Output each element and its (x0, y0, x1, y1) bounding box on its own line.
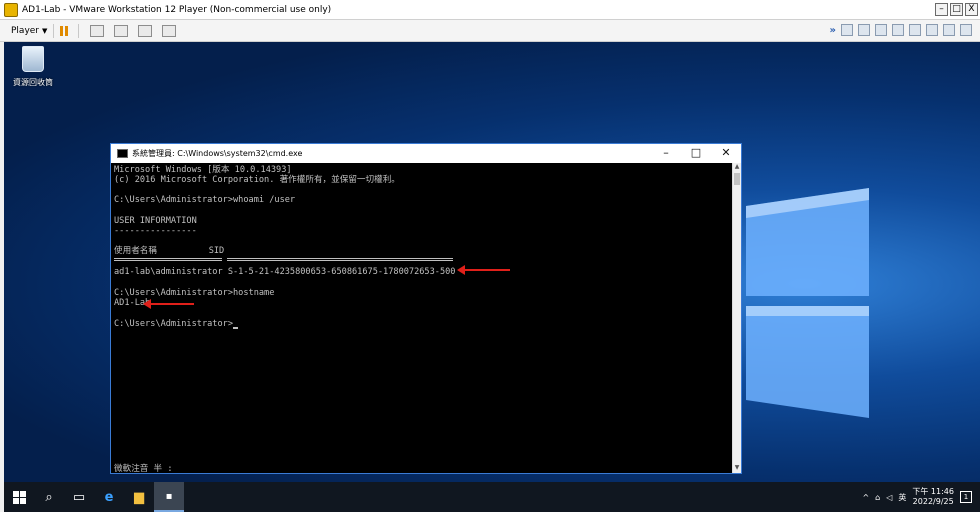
windows-logo-wallpaper (746, 188, 869, 418)
column-underline-sid (227, 258, 453, 261)
unity-icon[interactable] (162, 24, 177, 37)
network-adapter-icon[interactable] (875, 24, 887, 36)
action-center-icon[interactable]: 1 (960, 491, 972, 503)
console-line: (c) 2016 Microsoft Corporation. 著作權所有，並保… (114, 175, 400, 185)
windows-start-icon (12, 490, 26, 504)
cd-dvd-icon[interactable] (858, 24, 870, 36)
network-icon[interactable]: ⌂ (875, 493, 880, 502)
cmd-minimize-button[interactable]: – (651, 144, 681, 163)
guest-desktop: 資源回收筒 系統管理員: C:\Windows\system32\cmd.exe… (4, 42, 980, 482)
chevron-down-icon: ▼ (42, 26, 48, 35)
display-icon[interactable] (943, 24, 955, 36)
notification-count: 1 (963, 493, 969, 501)
restore-button[interactable]: □ (950, 3, 963, 16)
vertical-scrollbar[interactable]: ▲ ▼ (732, 163, 741, 473)
task-view-icon[interactable]: ▭ (64, 482, 94, 512)
recycle-bin-label: 資源回收筒 (13, 78, 53, 87)
clock-date: 2022/9/25 (912, 497, 954, 506)
console-line: C:\Users\Administrator>hostname (114, 288, 275, 298)
usb-device-icon[interactable] (892, 24, 904, 36)
console-line: USER INFORMATION (114, 216, 197, 226)
taskbar: ⌕ ▭ e ▆ ▪ ^ ⌂ ◁ 英 下午 11:46 2022/9/25 1 (4, 482, 980, 512)
device-icons: » (830, 24, 972, 36)
host-window-title: AD1-Lab - VMware Workstation 12 Player (… (22, 4, 332, 15)
cmd-window-title: 系統管理員: C:\Windows\system32\cmd.exe (132, 149, 303, 158)
column-underline-user (114, 258, 222, 261)
annotation-arrow-sid (457, 265, 510, 275)
host-title-bar: AD1-Lab - VMware Workstation 12 Player (… (0, 0, 980, 20)
cmd-close-button[interactable]: ✕ (711, 144, 741, 163)
fit-guest-icon[interactable] (114, 24, 129, 37)
volume-icon[interactable]: ◁ (886, 493, 892, 502)
message-log-icon[interactable] (960, 24, 972, 36)
prompt-text: C:\Users\Administrator> (114, 319, 233, 329)
cmd-window[interactable]: 系統管理員: C:\Windows\system32\cmd.exe – □ ✕… (110, 143, 742, 474)
toolbar-divider (78, 23, 80, 38)
host-toolbar: Player ▼ » (0, 20, 980, 42)
recycle-bin[interactable]: 資源回收筒 (8, 46, 58, 88)
recycle-bin-icon (22, 46, 44, 72)
text-cursor (233, 327, 238, 329)
scroll-thumb[interactable] (734, 173, 740, 185)
host-window-controls: – □ X (935, 3, 978, 16)
close-button[interactable]: X (965, 3, 978, 16)
expand-devices-icon[interactable]: » (830, 25, 836, 36)
show-hidden-icons-icon[interactable]: ^ (862, 493, 869, 502)
file-explorer-icon[interactable]: ▆ (124, 482, 154, 512)
system-tray: ^ ⌂ ◁ 英 下午 11:46 2022/9/25 1 (862, 482, 972, 512)
clock[interactable]: 下午 11:46 2022/9/25 (912, 487, 954, 507)
vmware-app-icon (4, 2, 18, 17)
vmware-player-window: AD1-Lab - VMware Workstation 12 Player (… (0, 0, 980, 512)
fullscreen-icon[interactable] (138, 24, 153, 37)
cmd-maximize-button[interactable]: □ (681, 144, 711, 163)
player-menu-label: Player (11, 25, 40, 36)
cmd-title-bar[interactable]: 系統管理員: C:\Windows\system32\cmd.exe – □ ✕ (111, 144, 741, 163)
console-line: ad1-lab\administrator S-1-5-21-423580065… (114, 267, 456, 277)
console-output[interactable]: Microsoft Windows [版本 10.0.14393] (c) 20… (111, 163, 732, 474)
annotation-arrow-hostname (143, 299, 194, 309)
send-ctrl-alt-del-icon[interactable] (90, 24, 105, 37)
console-line: Microsoft Windows [版本 10.0.14393] (114, 165, 292, 175)
minimize-button[interactable]: – (935, 3, 948, 16)
search-icon[interactable]: ⌕ (34, 482, 64, 512)
toolbar-divider (53, 23, 55, 38)
input-language[interactable]: 英 (898, 492, 906, 503)
console-prompt: C:\Users\Administrator> (114, 319, 238, 329)
console-line: 使用者名稱 SID (114, 246, 225, 256)
console-line: C:\Users\Administrator>whoami /user (114, 195, 296, 205)
scroll-down-icon[interactable]: ▼ (733, 464, 741, 473)
ime-status: 微軟注音 半 : (114, 464, 173, 474)
cmd-taskbar-icon[interactable]: ▪ (154, 482, 184, 512)
console-line: ---------------- (114, 226, 197, 236)
pause-icon[interactable] (60, 25, 72, 37)
clock-time: 下午 11:46 (912, 487, 954, 496)
hard-disk-icon[interactable] (841, 24, 853, 36)
sound-card-icon[interactable] (909, 24, 921, 36)
cmd-window-controls: – □ ✕ (651, 144, 741, 163)
player-menu[interactable]: Player ▼ (11, 26, 47, 36)
scroll-up-icon[interactable]: ▲ (733, 163, 741, 172)
cmd-icon (117, 149, 128, 158)
start-button[interactable] (4, 482, 34, 512)
internet-explorer-icon[interactable]: e (94, 482, 124, 512)
printer-icon[interactable] (926, 24, 938, 36)
